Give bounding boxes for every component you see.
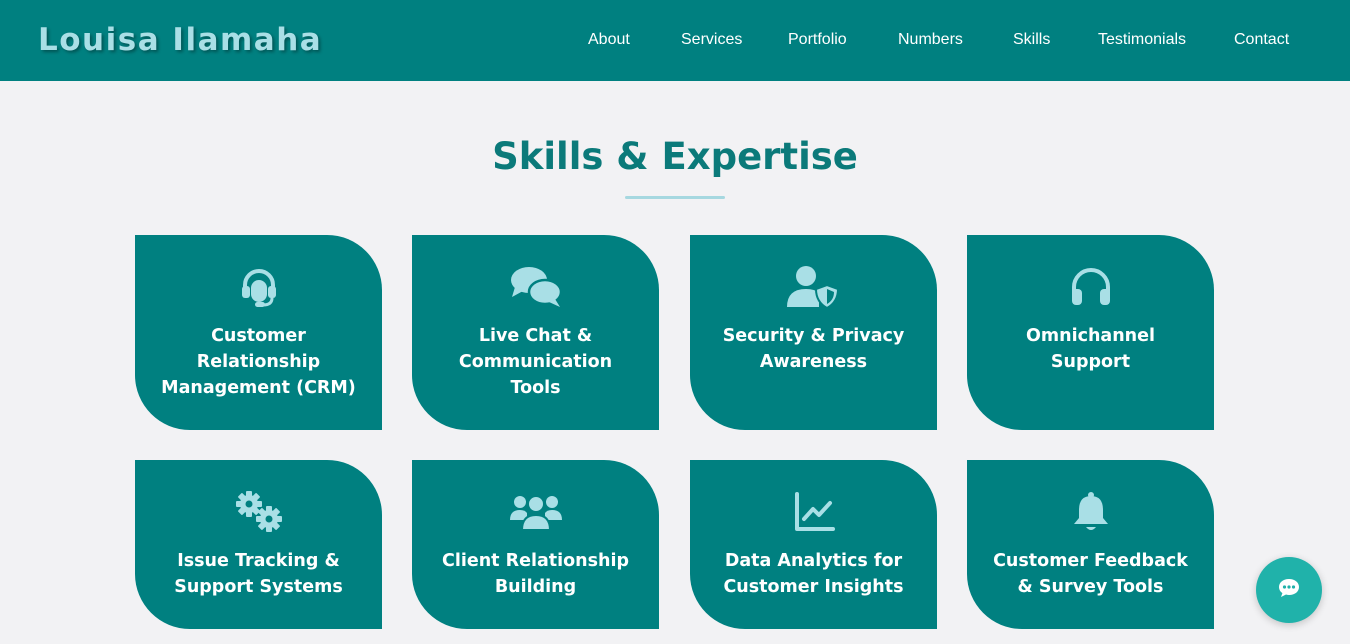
skill-card-label: Customer Feedback & Survey Tools — [993, 551, 1188, 597]
section-title: Skills & Expertise — [492, 135, 858, 178]
headset-icon — [135, 265, 382, 309]
chat-bubbles-icon — [412, 265, 659, 309]
skill-card-live-chat[interactable]: Live Chat & Communication Tools — [412, 235, 659, 430]
skill-card-label: Omnichannel Support — [1026, 326, 1155, 372]
bell-icon — [967, 490, 1214, 534]
comment-dots-icon — [1278, 578, 1300, 602]
skill-card-crm[interactable]: Customer Relationship Management (CRM) — [135, 235, 382, 430]
skill-card-label: Security & Privacy Awareness — [722, 326, 905, 372]
nav-link-portfolio[interactable]: Portfolio — [788, 31, 847, 49]
skill-card-client-relationship[interactable]: Client Relationship Building — [412, 460, 659, 629]
line-chart-icon — [690, 490, 937, 534]
site-logo[interactable]: Louisa Ilamaha — [38, 22, 322, 58]
skill-card-data-analytics[interactable]: Data Analytics for Customer Insights — [690, 460, 937, 629]
nav-link-testimonials[interactable]: Testimonials — [1098, 31, 1186, 49]
skill-card-label: Client Relationship Building — [441, 551, 630, 597]
skill-card-label: Data Analytics for Customer Insights — [723, 551, 904, 597]
headphones-icon — [967, 265, 1214, 309]
skill-card-feedback[interactable]: Customer Feedback & Survey Tools — [967, 460, 1214, 629]
user-shield-icon — [690, 265, 937, 309]
skill-card-label: Issue Tracking & Support Systems — [174, 551, 343, 597]
skill-card-label: Customer Relationship Management (CRM) — [161, 326, 356, 398]
skill-card-security[interactable]: Security & Privacy Awareness — [690, 235, 937, 430]
nav-link-contact[interactable]: Contact — [1234, 31, 1289, 49]
nav-link-numbers[interactable]: Numbers — [898, 31, 963, 49]
skill-card-label: Live Chat & Communication Tools — [458, 326, 613, 398]
users-icon — [412, 490, 659, 534]
skill-card-issue-tracking[interactable]: Issue Tracking & Support Systems — [135, 460, 382, 629]
nav-link-about[interactable]: About — [588, 31, 630, 49]
skill-card-omnichannel[interactable]: Omnichannel Support — [967, 235, 1214, 430]
gears-icon — [135, 490, 382, 534]
title-underline — [625, 196, 725, 199]
nav-link-services[interactable]: Services — [681, 31, 742, 49]
nav-link-skills[interactable]: Skills — [1013, 31, 1050, 49]
chat-widget-button[interactable] — [1256, 557, 1322, 623]
navbar: Louisa Ilamaha About Services Portfolio … — [0, 0, 1350, 81]
